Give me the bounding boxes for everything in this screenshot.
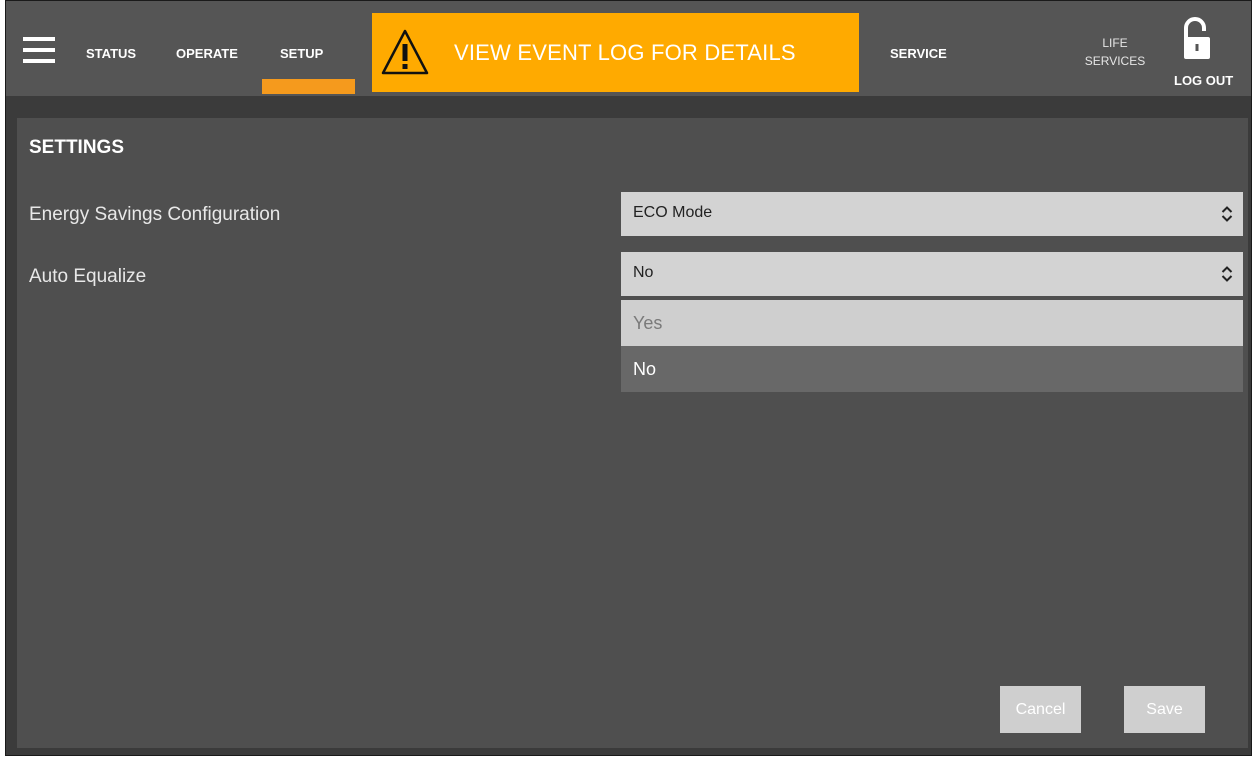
auto-equalize-label: Auto Equalize <box>29 266 147 287</box>
select-arrows-icon <box>1221 266 1233 282</box>
tab-operate[interactable]: OPERATE <box>176 46 238 61</box>
active-tab-indicator <box>262 79 355 94</box>
tab-setup[interactable]: SETUP <box>280 46 323 61</box>
life-services-line2: SERVICES <box>1084 54 1146 68</box>
alert-text: VIEW EVENT LOG FOR DETAILS <box>454 40 796 65</box>
dropdown-option-no[interactable]: No <box>621 346 1243 392</box>
auto-equalize-select[interactable]: No <box>621 252 1243 296</box>
unlocked-padlock-icon[interactable] <box>1182 17 1212 63</box>
dropdown-option-yes[interactable]: Yes <box>621 300 1243 346</box>
save-button[interactable]: Save <box>1124 686 1205 733</box>
tab-service[interactable]: SERVICE <box>890 46 947 61</box>
warning-icon <box>381 29 429 75</box>
hamburger-menu-icon[interactable] <box>23 37 55 63</box>
life-services-line1: LIFE <box>1102 36 1128 50</box>
auto-equalize-dropdown-list: Yes No <box>621 300 1243 392</box>
top-navigation-bar: STATUS OPERATE SETUP VIEW EVENT LOG FOR … <box>6 1 1251 96</box>
auto-equalize-value: No <box>633 264 654 281</box>
energy-savings-label: Energy Savings Configuration <box>29 204 281 225</box>
cancel-button[interactable]: Cancel <box>1000 686 1081 733</box>
logout-button[interactable]: LOG OUT <box>1174 73 1233 88</box>
energy-savings-select[interactable]: ECO Mode <box>621 192 1243 236</box>
select-arrows-icon <box>1221 206 1233 222</box>
page-title: SETTINGS <box>29 137 125 158</box>
tab-status[interactable]: STATUS <box>86 46 136 61</box>
app-frame: STATUS OPERATE SETUP VIEW EVENT LOG FOR … <box>5 0 1252 756</box>
settings-panel: SETTINGS Energy Savings Configuration EC… <box>17 118 1248 748</box>
event-log-alert-banner[interactable]: VIEW EVENT LOG FOR DETAILS <box>372 13 859 92</box>
tab-life-services[interactable]: LIFE SERVICES <box>1078 34 1152 70</box>
energy-savings-value: ECO Mode <box>633 204 713 221</box>
